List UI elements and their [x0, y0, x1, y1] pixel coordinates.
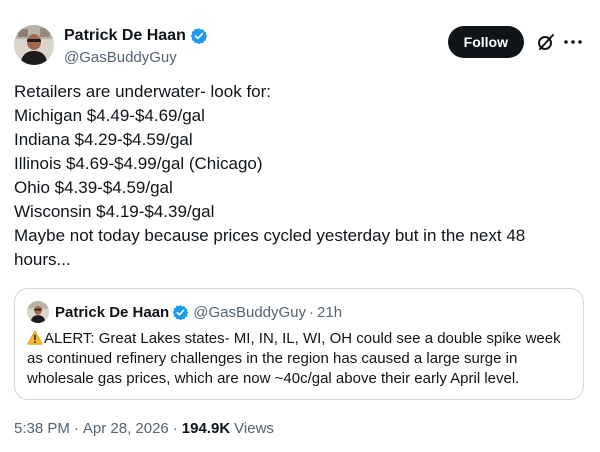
verified-badge-icon — [190, 28, 208, 45]
author-block: Patrick De Haan @GasBuddyGuy — [64, 25, 208, 66]
follow-button[interactable]: Follow — [447, 26, 524, 58]
avatar[interactable] — [14, 25, 54, 65]
avatar-image — [14, 25, 54, 65]
meta-separator: · — [73, 420, 79, 437]
quoted-separator: · — [309, 303, 315, 321]
author-handle[interactable]: @GasBuddyGuy — [64, 49, 208, 66]
tweet-line: Retailers are underwater- look for: — [14, 82, 272, 101]
tweet-line: Maybe not today because prices cycled ye… — [14, 226, 526, 245]
tweet-line: Indiana $4.29-$4.59/gal — [14, 130, 193, 149]
tweet-line: hours... — [14, 250, 71, 269]
quoted-tweet[interactable]: Patrick De Haan @GasBuddyGuy · 21h ALERT… — [14, 288, 584, 400]
tweet-line: Wisconsin $4.19-$4.39/gal — [14, 202, 215, 221]
views-count: 194.9K — [181, 420, 231, 437]
quoted-tweet-header: Patrick De Haan @GasBuddyGuy · 21h — [27, 301, 342, 323]
tweet-time[interactable]: 5:38 PM — [14, 420, 70, 437]
quoted-timestamp: 21h — [317, 303, 343, 321]
author-name-row: Patrick De Haan — [64, 25, 208, 47]
author-display-name[interactable]: Patrick De Haan — [64, 27, 186, 45]
tweet-date[interactable]: Apr 28, 2026 — [83, 420, 169, 437]
tweet-line: Michigan $4.49-$4.69/gal — [14, 106, 205, 125]
tweet-header: Patrick De Haan @GasBuddyGuy Follow — [14, 20, 586, 72]
tweet-line: Ohio $4.39-$4.59/gal — [14, 178, 173, 197]
quoted-display-name: Patrick De Haan — [55, 303, 170, 321]
quoted-text-body: ALERT: Great Lakes states- MI, IN, IL, W… — [27, 330, 561, 387]
verified-badge-icon — [172, 304, 189, 320]
tweet-meta: 5:38 PM · Apr 28, 2026 · 194.9K Views — [14, 420, 274, 437]
quoted-avatar-image — [27, 301, 49, 323]
quoted-tweet-text: ALERT: Great Lakes states- MI, IN, IL, W… — [27, 329, 575, 389]
tweet-text: Retailers are underwater- look for: Mich… — [14, 80, 574, 272]
more-icon[interactable] — [562, 32, 584, 52]
meta-separator: · — [172, 420, 178, 437]
views-label: Views — [234, 420, 274, 437]
tweet-card: Patrick De Haan @GasBuddyGuy Follow Reta… — [0, 0, 600, 452]
warning-icon — [27, 330, 43, 345]
quoted-handle: @GasBuddyGuy — [193, 303, 307, 321]
grok-icon[interactable] — [536, 32, 556, 52]
quoted-avatar — [27, 301, 49, 323]
tweet-line: Illinois $4.69-$4.99/gal (Chicago) — [14, 154, 263, 173]
